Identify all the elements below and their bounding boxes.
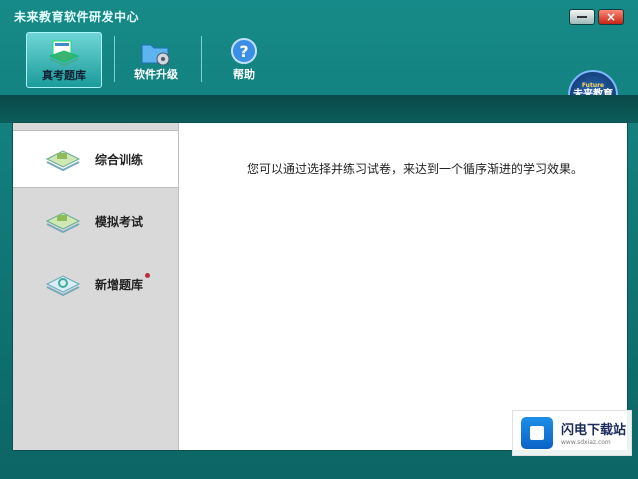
toolbar-button-upgrade[interactable]: 软件升级 [128,32,184,86]
close-button[interactable]: × [598,9,624,25]
folder-gear-icon [141,44,170,66]
toolbar: 真考题库 软件升级 ? 帮助 Future 未来教育 [0,30,638,120]
watermark-title: 闪电下载站 [561,423,627,438]
book-icon [45,212,81,234]
toolbar-divider [114,36,115,82]
help-icon: ? [231,38,257,64]
book-icon [45,150,81,172]
watermark: 闪电下载站 www.sdxiaz.com [512,410,632,456]
logo-subtext: Future [581,82,605,89]
content-panel: 综合训练 模拟考试 新增题库 您可以通过选择并练习试卷，来达到一个循序渐进的学习… [12,122,628,451]
toolbar-button-exam-bank[interactable]: 真考题库 [26,32,102,88]
sidebar-item-mock-exam[interactable]: 模拟考试 [13,193,178,249]
description-text: 您可以通过选择并练习试卷，来达到一个循序渐进的学习效果。 [247,162,584,176]
app-window: 未来教育软件研发中心 × 真考题库 软件升级 ? 帮助 Future 综合训练 … [0,0,638,479]
toolbar-button-help[interactable]: ? 帮助 [214,32,274,86]
toolbar-label: 软件升级 [134,68,178,81]
book-refresh-icon [45,275,81,297]
sidebar-item-label: 新增题库 [95,278,144,292]
watermark-url: www.sdxiaz.com [561,439,611,446]
toolbar-divider [201,36,202,82]
sidebar: 综合训练 模拟考试 新增题库 [13,123,179,450]
new-badge [145,273,150,278]
sidebar-item-label: 模拟考试 [95,215,144,229]
title-bar[interactable]: 未来教育软件研发中心 × [0,0,638,30]
toolbar-label: 真考题库 [42,69,86,82]
toolbar-label: 帮助 [233,68,255,81]
book-stack-icon [48,40,80,67]
svg-text:?: ? [239,42,248,61]
sidebar-item-new-question-bank[interactable]: 新增题库 [13,256,178,312]
download-site-icon [521,417,553,449]
sidebar-item-comprehensive-training[interactable]: 综合训练 [13,130,178,188]
window-title: 未来教育软件研发中心 [14,10,140,24]
minimize-button[interactable] [569,9,595,25]
separator-band [0,95,638,123]
sidebar-item-label: 综合训练 [95,153,144,167]
